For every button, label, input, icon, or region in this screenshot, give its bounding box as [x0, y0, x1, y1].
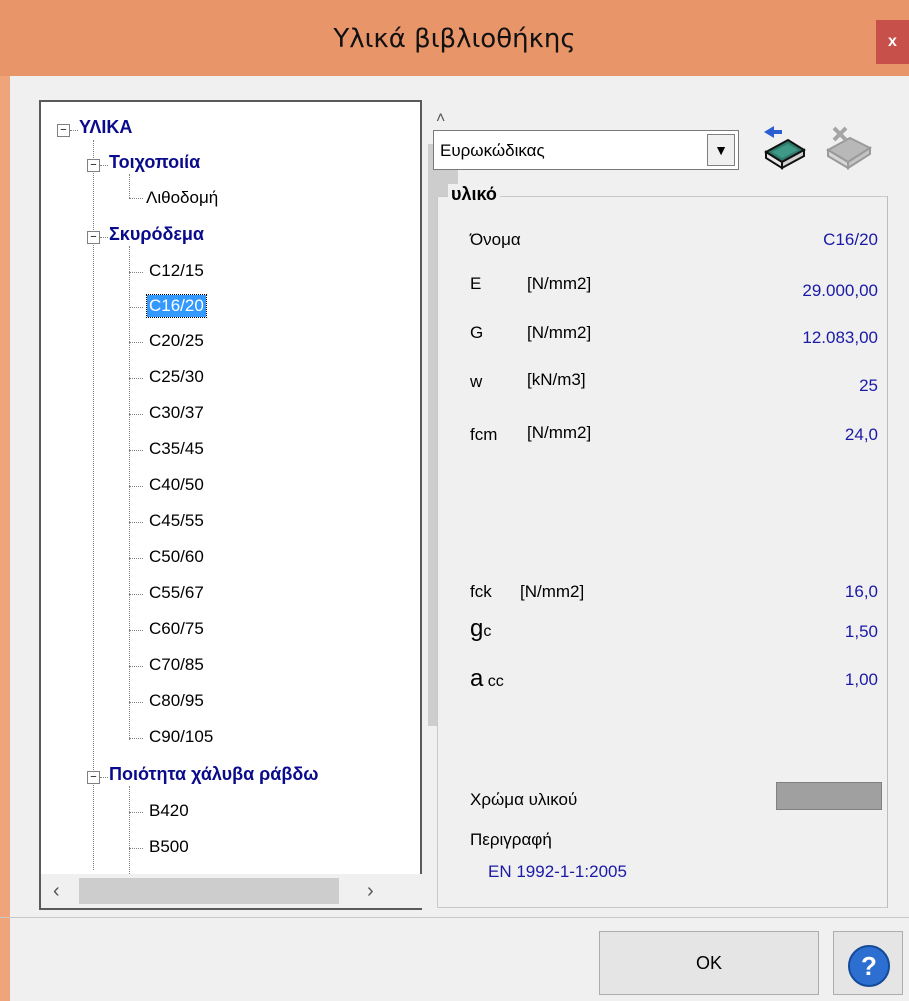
- fck-value: 16,0: [844, 582, 878, 601]
- group-steel-toggle[interactable]: −: [87, 771, 100, 784]
- fcm-label: fcm: [470, 425, 498, 444]
- w-label: w: [470, 372, 483, 391]
- w-value: 25: [859, 376, 878, 395]
- tree-horizontal-scrollbar[interactable]: ‹ ›: [41, 874, 426, 908]
- e-value: 29.000,00: [802, 281, 878, 300]
- tree-connector: [129, 812, 143, 813]
- root-collapse-toggle[interactable]: −: [57, 124, 70, 137]
- tree-group-steel[interactable]: Ποιότητα χάλυβα ράβδω: [109, 764, 318, 785]
- tree-item-concrete[interactable]: C60/75: [149, 619, 204, 639]
- tree-connector: [129, 198, 143, 199]
- material-group-title: υλικό: [448, 184, 500, 205]
- tree-connector: [93, 140, 94, 870]
- standard-dropdown[interactable]: Ευρωκώδικας ▼: [433, 130, 739, 170]
- fcm-unit: [N/mm2]: [527, 423, 592, 442]
- tree-item-concrete-selected[interactable]: C16/20: [146, 294, 207, 318]
- tree-item-concrete[interactable]: C70/85: [149, 655, 204, 675]
- tree-item-concrete[interactable]: C40/50: [149, 475, 204, 495]
- tree-root[interactable]: ΥΛΙΚΑ: [79, 117, 132, 138]
- tree-item-concrete[interactable]: C20/25: [149, 331, 204, 351]
- tree-connector: [129, 594, 143, 595]
- description-label: Περιγραφή: [470, 830, 552, 849]
- tree-connector: [129, 738, 143, 739]
- gamma-c-label: gc: [470, 615, 491, 643]
- tree-connector: [129, 848, 143, 849]
- tree-item-concrete[interactable]: C90/105: [149, 727, 213, 747]
- title-bar[interactable]: Υλικά βιβλιοθήκης x: [0, 0, 909, 76]
- tree-item-concrete[interactable]: C12/15: [149, 261, 204, 281]
- tree-connector: [100, 165, 108, 166]
- tree-connector: [129, 666, 143, 667]
- dialog-window: Υλικά βιβλιοθήκης x − ΥΛΙΚΑ − Τοιχοποιία…: [0, 0, 909, 1001]
- tree-group-concrete[interactable]: Σκυρόδεμα: [109, 224, 204, 245]
- scroll-right-arrow-icon[interactable]: ›: [367, 880, 374, 903]
- horizontal-scroll-thumb[interactable]: [79, 878, 339, 904]
- alpha-cc-label-main: a: [470, 665, 484, 692]
- tree-connector: [100, 237, 108, 238]
- tree-item-steel[interactable]: B420: [149, 801, 189, 821]
- standard-dropdown-value: Ευρωκώδικας: [440, 141, 545, 160]
- chevron-down-icon[interactable]: ▼: [707, 134, 735, 166]
- button-area-separator: [0, 917, 909, 918]
- tree-connector: [129, 378, 143, 379]
- tree-item-concrete[interactable]: C80/95: [149, 691, 204, 711]
- gamma-c-label-sub: c: [483, 623, 492, 640]
- tree-item-concrete[interactable]: C55/67: [149, 583, 204, 603]
- tree-item-concrete[interactable]: C45/55: [149, 511, 204, 531]
- tree-connector: [129, 702, 143, 703]
- alpha-cc-value: 1,00: [844, 670, 878, 689]
- fck-unit: [N/mm2]: [520, 582, 585, 601]
- group-masonry-toggle[interactable]: −: [87, 159, 100, 172]
- scroll-left-arrow-icon[interactable]: ‹: [53, 880, 60, 903]
- tree-item-concrete[interactable]: C30/37: [149, 403, 204, 423]
- g-unit: [N/mm2]: [527, 323, 592, 342]
- tree-item-steel[interactable]: B500: [149, 837, 189, 857]
- fcm-value: 24,0: [844, 425, 878, 444]
- delete-book-icon: [820, 124, 878, 174]
- w-unit: [kN/m3]: [527, 370, 586, 389]
- g-value: 12.083,00: [802, 328, 878, 347]
- window-title: Υλικά βιβλιοθήκης: [333, 24, 576, 54]
- e-label: E: [470, 274, 482, 293]
- ok-button[interactable]: OK: [599, 931, 819, 995]
- color-label: Χρώμα υλικού: [470, 790, 578, 809]
- description-value: EN 1992-1-1:2005: [488, 862, 627, 881]
- material-color-swatch[interactable]: [776, 782, 882, 810]
- tree-connector: [129, 342, 143, 343]
- tree-item-concrete[interactable]: C25/30: [149, 367, 204, 387]
- name-value: C16/20: [823, 230, 878, 249]
- tree-connector: [129, 486, 143, 487]
- tree-item-masonry-stone[interactable]: Λιθοδομή: [146, 188, 218, 208]
- tree-connector: [129, 450, 143, 451]
- tree-connector: [129, 174, 130, 198]
- gamma-c-value: 1,50: [844, 622, 878, 641]
- tree-connector: [100, 777, 108, 778]
- tree-connector: [129, 630, 143, 631]
- tree-connector: [129, 786, 130, 874]
- g-label: G: [470, 323, 484, 342]
- tree-connector: [129, 414, 143, 415]
- group-concrete-toggle[interactable]: −: [87, 231, 100, 244]
- tree-connector: [129, 307, 143, 308]
- alpha-cc-label: a cc: [470, 665, 504, 693]
- tree-connector: [70, 130, 78, 131]
- tree-connector: [129, 558, 143, 559]
- fck-label: fck: [470, 582, 492, 601]
- name-label: Όνομα: [470, 230, 521, 249]
- tree-item-concrete[interactable]: C50/60: [149, 547, 204, 567]
- scroll-up-arrow-icon[interactable]: ˄: [436, 110, 445, 128]
- import-book-icon[interactable]: [760, 124, 808, 174]
- gamma-c-label-main: g: [470, 615, 484, 642]
- tree-connector: [129, 272, 143, 273]
- tree-item-concrete[interactable]: C35/45: [149, 439, 204, 459]
- help-icon: ?: [848, 945, 890, 987]
- alpha-cc-label-sub: cc: [483, 673, 504, 690]
- materials-tree[interactable]: − ΥΛΙΚΑ − Τοιχοποιία Λιθοδομή − Σκυρόδεμ…: [39, 100, 460, 910]
- tree-connector: [129, 522, 143, 523]
- e-unit: [N/mm2]: [527, 274, 592, 293]
- tree-group-masonry[interactable]: Τοιχοποιία: [109, 152, 200, 173]
- close-button[interactable]: x: [876, 20, 909, 64]
- help-button[interactable]: ?: [833, 931, 903, 995]
